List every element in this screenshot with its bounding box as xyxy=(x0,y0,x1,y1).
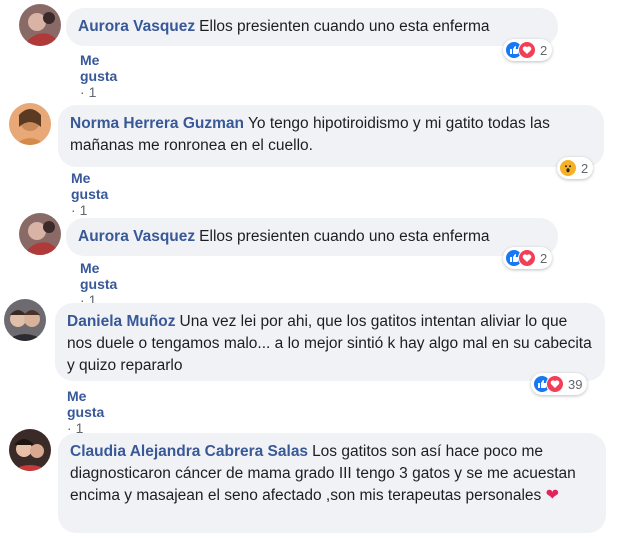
comment-author[interactable]: Daniela Muñoz xyxy=(67,313,176,330)
reaction-count: 39 xyxy=(568,376,583,392)
comment-bubble: Daniela Muñoz Una vez lei por ahi, que lo… xyxy=(55,303,605,381)
love-icon xyxy=(518,249,536,267)
comment-text: Ellos presienten cuando uno esta enferma xyxy=(199,228,490,245)
separator: · xyxy=(80,84,89,100)
heart-emoji-icon: ❤ xyxy=(545,487,560,504)
reactions-badge[interactable]: 2 xyxy=(503,247,553,269)
reactions-badge[interactable]: 2 xyxy=(557,157,594,179)
comment-author[interactable]: Claudia Alejandra Cabrera Salas xyxy=(70,443,308,460)
like-button[interactable]: Me gusta xyxy=(71,170,108,202)
reaction-count: 2 xyxy=(540,42,548,58)
comment-author[interactable]: Aurora Vasquez xyxy=(78,228,195,245)
separator: · xyxy=(71,202,80,218)
wow-icon xyxy=(559,159,577,177)
comment-author[interactable]: Aurora Vasquez xyxy=(78,18,195,35)
like-button[interactable]: Me gusta xyxy=(67,388,104,420)
avatar[interactable] xyxy=(19,213,61,255)
love-icon xyxy=(546,375,564,393)
comment-text: Ellos presienten cuando uno esta enferma xyxy=(199,18,490,35)
reaction-count: 2 xyxy=(540,250,548,266)
reactions-badge[interactable]: 2 xyxy=(503,39,553,61)
comment-author[interactable]: Norma Herrera Guzman xyxy=(70,115,244,132)
reaction-count: 2 xyxy=(581,160,589,176)
avatar[interactable] xyxy=(9,429,51,471)
like-button[interactable]: Me gusta xyxy=(80,260,117,292)
comment-bubble: Aurora Vasquez Ellos presienten cuando un… xyxy=(66,218,558,256)
comment-bubble: Aurora Vasquez Ellos presienten cuando un… xyxy=(66,8,558,46)
like-button[interactable]: Me gusta xyxy=(80,52,117,84)
comment-bubble: Norma Herrera Guzman Yo tengo hipotiroidi… xyxy=(58,105,604,167)
avatar[interactable] xyxy=(19,4,61,46)
reactions-badge[interactable]: 39 xyxy=(531,373,588,395)
avatar[interactable] xyxy=(4,299,46,341)
love-icon xyxy=(518,41,536,59)
comment-bubble: Claudia Alejandra Cabrera Salas Los gatit… xyxy=(58,433,606,533)
avatar[interactable] xyxy=(9,103,51,145)
